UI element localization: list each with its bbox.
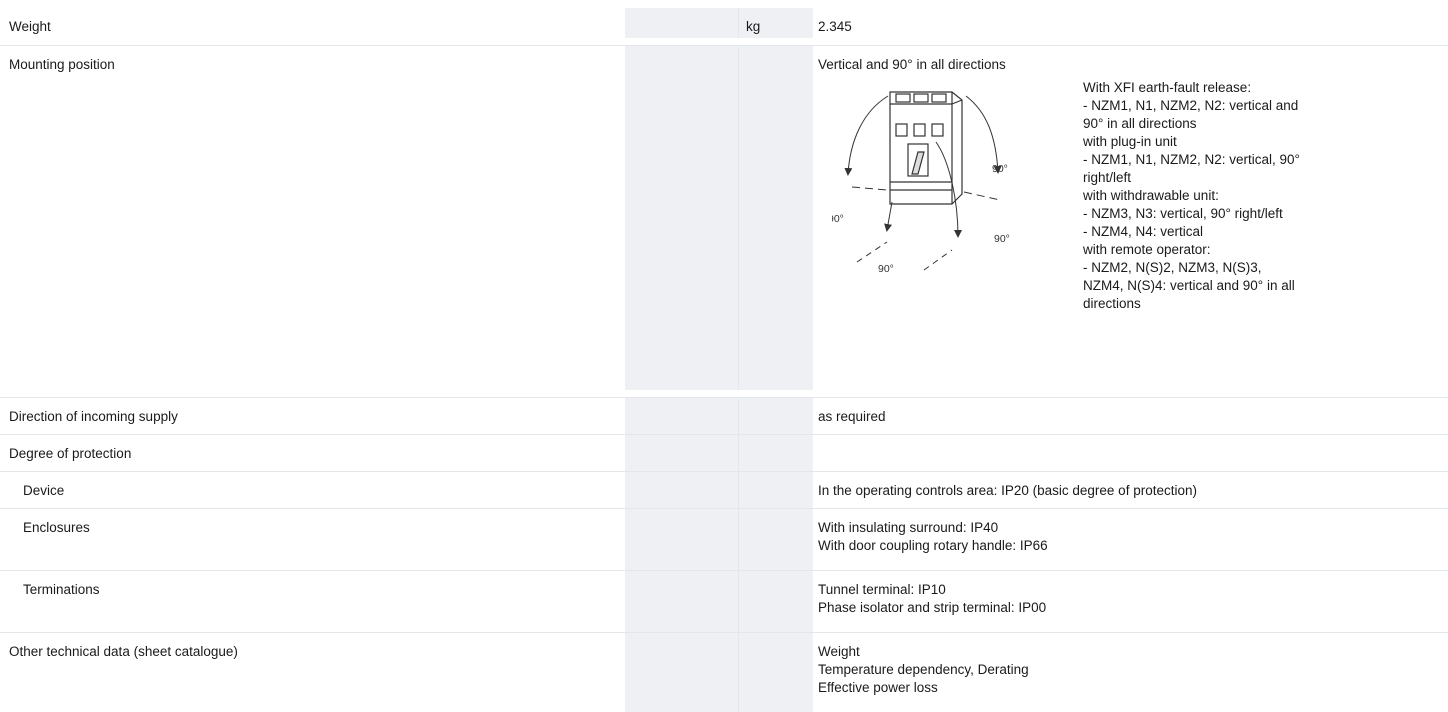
label-direction: Direction of incoming supply bbox=[9, 409, 178, 424]
unit-weight: kg bbox=[746, 19, 761, 34]
angle-label-front: 90° bbox=[994, 233, 1010, 245]
unit-column-shade bbox=[625, 435, 813, 471]
label-degree-of-protection: Degree of protection bbox=[9, 446, 132, 461]
note-line: - NZM1, N1, NZM2, N2: vertical, 90° bbox=[1083, 152, 1300, 167]
note-line: - NZM2, N(S)2, NZM3, N(S)3, bbox=[1083, 260, 1262, 275]
mounting-position-diagram: 90° 90° 90° 90° bbox=[832, 91, 1010, 275]
value-terminations: Tunnel terminal: IP10 Phase isolator and… bbox=[818, 581, 1046, 617]
note-line: with plug-in unit bbox=[1083, 134, 1177, 149]
value-other-technical-data: Weight Temperature dependency, Derating … bbox=[818, 643, 1029, 697]
mounting-notes: With XFI earth-fault release: - NZM1, N1… bbox=[1083, 79, 1383, 313]
label-device: Device bbox=[23, 483, 65, 498]
angle-label-bottom: 90° bbox=[878, 263, 894, 275]
note-line: directions bbox=[1083, 296, 1141, 311]
label-other-technical-data: Other technical data (sheet catalogue) bbox=[9, 644, 238, 659]
angle-label-left: 90° bbox=[832, 213, 844, 225]
label-enclosures: Enclosures bbox=[23, 520, 90, 535]
unit-column-shade bbox=[625, 571, 813, 632]
angle-label-right: 90° bbox=[992, 163, 1008, 175]
value-line: Phase isolator and strip terminal: IP00 bbox=[818, 600, 1047, 615]
row-mounting-position: Mounting position Vertical and 90° in al… bbox=[0, 45, 1448, 390]
note-line: - NZM1, N1, NZM2, N2: vertical and bbox=[1083, 98, 1299, 113]
row-degree-of-protection: Degree of protection bbox=[0, 434, 1448, 471]
column-divider bbox=[738, 509, 739, 570]
note-line: right/left bbox=[1083, 170, 1132, 185]
note-line: With XFI earth-fault release: bbox=[1083, 80, 1252, 95]
value-direction: as required bbox=[818, 409, 886, 424]
note-line: with remote operator: bbox=[1083, 242, 1211, 257]
unit-column-shade bbox=[625, 398, 813, 434]
note-line: - NZM3, N3: vertical, 90° right/left bbox=[1083, 206, 1283, 221]
catalogue-link[interactable]: Effective power loss bbox=[818, 679, 1029, 697]
row-device: Device In the operating controls area: I… bbox=[0, 471, 1448, 508]
row-terminations: Terminations Tunnel terminal: IP10 Phase… bbox=[0, 570, 1448, 632]
unit-column-shade bbox=[625, 46, 813, 390]
unit-column-shade bbox=[625, 509, 813, 570]
label-terminations: Terminations bbox=[23, 582, 100, 597]
note-line: 90° in all directions bbox=[1083, 116, 1197, 131]
column-divider bbox=[738, 435, 739, 471]
breaker-body bbox=[889, 91, 963, 205]
value-device: In the operating controls area: IP20 (ba… bbox=[818, 483, 1197, 498]
row-weight: Weight kg 2.345 bbox=[0, 8, 1448, 38]
label-weight: Weight bbox=[9, 19, 51, 34]
column-divider bbox=[738, 46, 739, 390]
unit-column-shade bbox=[625, 633, 813, 712]
row-other-technical-data: Other technical data (sheet catalogue) W… bbox=[0, 632, 1448, 712]
row-direction-of-incoming-supply: Direction of incoming supply as required bbox=[0, 397, 1448, 434]
value-line: With insulating surround: IP40 bbox=[818, 520, 999, 535]
column-divider bbox=[738, 571, 739, 632]
unit-column-shade bbox=[625, 8, 813, 38]
column-divider bbox=[738, 398, 739, 434]
value-line: With door coupling rotary handle: IP66 bbox=[818, 538, 1048, 553]
column-divider bbox=[738, 633, 739, 712]
value-mounting-position: Vertical and 90° in all directions bbox=[818, 57, 1006, 72]
note-line: - NZM4, N4: vertical bbox=[1083, 224, 1204, 239]
catalogue-link[interactable]: Weight bbox=[818, 643, 1029, 661]
column-divider bbox=[738, 8, 739, 38]
value-weight: 2.345 bbox=[818, 19, 852, 34]
unit-column-shade bbox=[625, 472, 813, 508]
value-enclosures: With insulating surround: IP40 With door… bbox=[818, 519, 1048, 555]
note-line: NZM4, N(S)4: vertical and 90° in all bbox=[1083, 278, 1295, 293]
label-mounting-position: Mounting position bbox=[9, 57, 115, 72]
note-line: with withdrawable unit: bbox=[1083, 188, 1219, 203]
row-enclosures: Enclosures With insulating surround: IP4… bbox=[0, 508, 1448, 570]
catalogue-link[interactable]: Temperature dependency, Derating bbox=[818, 661, 1029, 679]
value-line: Tunnel terminal: IP10 bbox=[818, 582, 946, 597]
column-divider bbox=[738, 472, 739, 508]
